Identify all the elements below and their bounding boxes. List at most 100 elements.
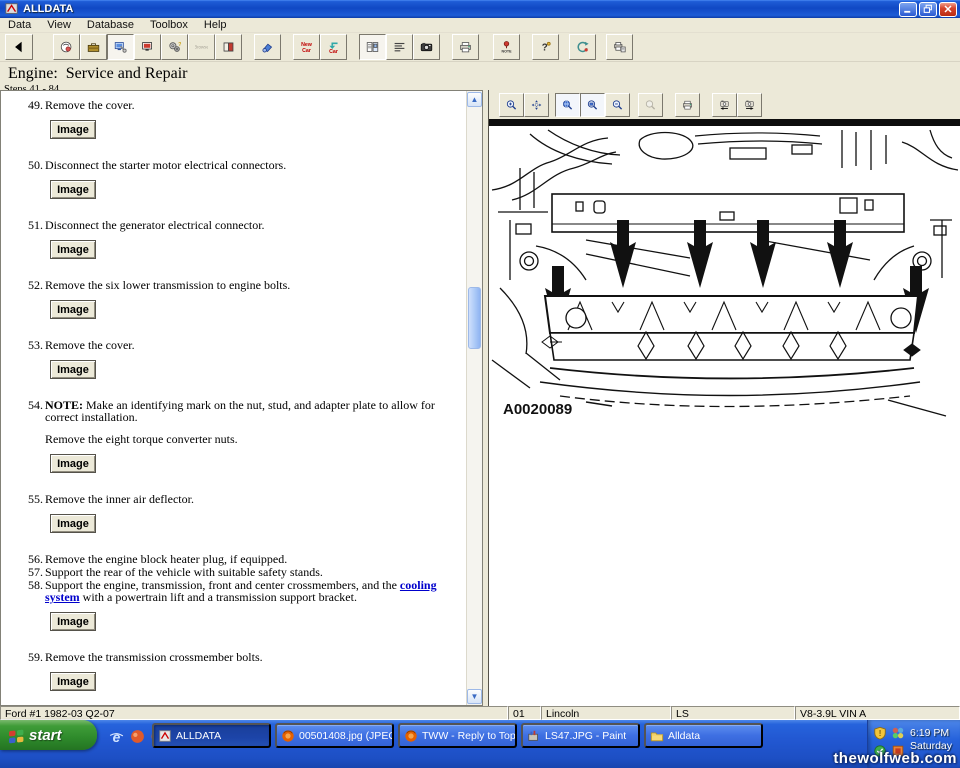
page-setup-button[interactable] xyxy=(606,34,633,60)
menu-toolbox[interactable]: Toolbox xyxy=(142,18,196,33)
zoom-window-button[interactable] xyxy=(580,93,605,117)
step-text: NOTE: Make an identifying mark on the nu… xyxy=(45,399,449,445)
image-button[interactable]: Image xyxy=(50,180,96,199)
procedure-step: 51.Disconnect the generator electrical c… xyxy=(28,219,466,240)
content-area: 49.Remove the cover.Image50.Disconnect t… xyxy=(0,90,960,706)
menu-database[interactable]: Database xyxy=(79,18,142,33)
step-text: Disconnect the generator electrical conn… xyxy=(45,219,449,231)
image-button[interactable]: Image xyxy=(50,672,96,691)
taskbar-button[interactable]: ALLDATA xyxy=(152,723,271,748)
back-arrow-button[interactable] xyxy=(5,34,33,60)
menu-view[interactable]: View xyxy=(39,18,79,33)
taskbar-button-label: ALLDATA xyxy=(176,730,221,742)
viewer-print-button[interactable] xyxy=(675,93,700,117)
vehicle-report-button[interactable] xyxy=(53,34,80,60)
menu-data[interactable]: Data xyxy=(0,18,39,33)
image-button[interactable]: Image xyxy=(50,240,96,259)
step-number: 51. xyxy=(28,219,45,240)
alldata-app-icon xyxy=(5,2,19,16)
step-number: 53. xyxy=(28,339,45,360)
refresh-button[interactable] xyxy=(569,34,596,60)
repair-book-button[interactable] xyxy=(215,34,242,60)
toolbox-button[interactable] xyxy=(80,34,107,60)
tsb-button[interactable] xyxy=(134,34,161,60)
svg-text:?: ? xyxy=(542,43,548,54)
zoom-previous-icon xyxy=(645,96,656,114)
svg-text:e: e xyxy=(113,728,121,744)
change-car-button[interactable]: Car xyxy=(320,34,347,60)
taskbar-button[interactable]: Alldata xyxy=(644,723,763,748)
step-number: 54. xyxy=(28,399,45,454)
image-button[interactable]: Image xyxy=(50,612,96,631)
restore-button[interactable] xyxy=(919,2,937,17)
engine-underside-drawing: A0020089 xyxy=(490,128,960,428)
svg-text:Browse: Browse xyxy=(195,45,208,50)
pan-icon xyxy=(531,96,542,114)
step-number: 50. xyxy=(28,159,45,180)
print-icon xyxy=(459,37,472,57)
procedure-step: 59.Remove the transmission crossmember b… xyxy=(28,651,466,672)
print-button[interactable] xyxy=(452,34,479,60)
minimize-button[interactable] xyxy=(899,2,917,17)
step-number: 49. xyxy=(28,99,45,120)
display-settings-icon[interactable] xyxy=(891,726,905,740)
component-search-icon xyxy=(114,37,127,57)
taskbar-button[interactable]: LS47.JPG - Paint xyxy=(521,723,640,748)
scrollbar-thumb[interactable] xyxy=(468,287,481,349)
procedure-step: 50.Disconnect the starter motor electric… xyxy=(28,159,466,180)
figure-label: A0020089 xyxy=(503,401,572,418)
scroll-down-button[interactable]: ▼ xyxy=(467,689,482,704)
zoom-in-button[interactable] xyxy=(499,93,524,117)
vertical-scrollbar[interactable]: ▲ ▼ xyxy=(466,91,482,705)
step-text: Support the engine, transmission, front … xyxy=(45,579,449,603)
status-field-0: Ford #1 1982-03 Q2-07 xyxy=(0,706,508,720)
step-text: Remove the inner air deflector. xyxy=(45,493,449,505)
new-car-button[interactable]: NewCar xyxy=(293,34,320,60)
svg-text:NOTE: NOTE xyxy=(501,49,512,53)
taskbar-button[interactable]: 00501408.jpg (JPEG ... xyxy=(275,723,394,748)
image-view-icon xyxy=(420,37,433,57)
cooling-system-link[interactable]: cooling system xyxy=(45,578,437,604)
help-icon: ? xyxy=(539,37,552,57)
paint-icon xyxy=(527,729,541,743)
start-button-label: start xyxy=(29,727,62,744)
help-button[interactable]: ? xyxy=(532,34,559,60)
image-button[interactable]: Image xyxy=(50,300,96,319)
step-text: Remove the cover. xyxy=(45,99,449,111)
menu-help[interactable]: Help xyxy=(196,18,235,33)
procedure-steps-list: 49.Remove the cover.Image50.Disconnect t… xyxy=(1,91,466,705)
taskbar-button-label: LS47.JPG - Paint xyxy=(545,730,626,742)
start-button[interactable]: start xyxy=(0,720,97,750)
component-search-button[interactable] xyxy=(107,34,134,60)
next-image-button[interactable] xyxy=(737,93,762,117)
text-view-button[interactable] xyxy=(386,34,413,60)
image-button[interactable]: Image xyxy=(50,454,96,473)
zoom-out-button[interactable] xyxy=(605,93,630,117)
change-car-icon: Car xyxy=(327,37,340,57)
note-button[interactable]: NOTE xyxy=(493,34,520,60)
scroll-up-button[interactable]: ▲ xyxy=(467,92,482,107)
image-view-button[interactable] xyxy=(413,34,440,60)
previous-image-button[interactable] xyxy=(712,93,737,117)
internet-explorer-icon[interactable]: e xyxy=(108,728,125,745)
maintenance-button[interactable] xyxy=(254,34,281,60)
msn-icon[interactable] xyxy=(129,728,146,745)
image-button[interactable]: Image xyxy=(50,514,96,533)
technical-diagram[interactable]: A0020089 xyxy=(489,126,960,706)
step-text: Remove the cover. xyxy=(45,339,449,351)
zoom-dynamic-button[interactable] xyxy=(555,93,580,117)
status-field-2: Lincoln xyxy=(541,706,671,720)
taskbar-button[interactable]: TWW - Reply to Topic... xyxy=(398,723,517,748)
split-view-button[interactable] xyxy=(359,34,386,60)
procedure-pane: 49.Remove the cover.Image50.Disconnect t… xyxy=(0,90,483,706)
pan-button[interactable] xyxy=(524,93,549,117)
image-button[interactable]: Image xyxy=(50,120,96,139)
close-button[interactable] xyxy=(939,2,957,17)
image-button[interactable]: Image xyxy=(50,360,96,379)
alldata-application-window: ALLDATA DataViewDatabaseToolboxHelp ? Bro… xyxy=(0,0,960,768)
svg-text:!: ! xyxy=(879,729,882,738)
parts-labor-button[interactable]: ? xyxy=(161,34,188,60)
step-text: Remove the transmission crossmember bolt… xyxy=(45,651,449,663)
browse-icon: Browse xyxy=(195,37,208,57)
shield-icon[interactable]: ! xyxy=(873,726,887,740)
